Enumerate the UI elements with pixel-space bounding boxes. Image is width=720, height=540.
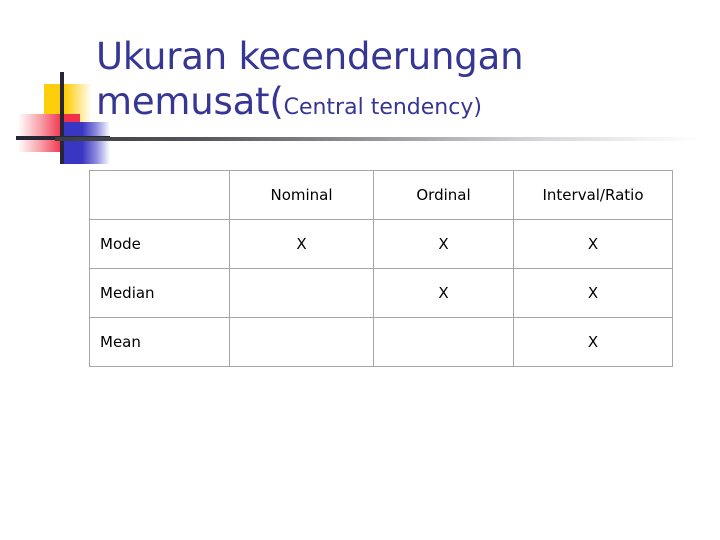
table-row: Median X X [89, 268, 673, 318]
cell-mean-ordinal [373, 317, 514, 367]
table-header-nominal: Nominal [229, 170, 374, 220]
table-header-row: Nominal Ordinal Interval/Ratio [89, 170, 673, 220]
cell-mode-nominal: X [229, 219, 374, 269]
slide-title: Ukuran kecenderungan memusat(Central ten… [96, 34, 696, 130]
title-line-2: memusat(Central tendency) [96, 79, 696, 130]
table-header-ordinal: Ordinal [373, 170, 514, 220]
row-label-mean: Mean [89, 317, 230, 367]
table-header-interval-ratio: Interval/Ratio [513, 170, 673, 220]
cell-mode-interval-ratio: X [513, 219, 673, 269]
title-line-2-subtext: Central tendency) [283, 95, 482, 120]
table-row: Mean X [89, 317, 673, 367]
row-label-median: Median [89, 268, 230, 318]
cell-median-interval-ratio: X [513, 268, 673, 318]
slide-canvas: Ukuran kecenderungan memusat(Central ten… [0, 0, 720, 540]
title-line-2-main: memusat( [96, 80, 284, 123]
cell-median-nominal [229, 268, 374, 318]
table-row: Mode X X X [89, 219, 673, 269]
table-header-corner [89, 170, 230, 220]
cell-mode-ordinal: X [373, 219, 514, 269]
central-tendency-table-wrapper: Nominal Ordinal Interval/Ratio Mode X X … [89, 170, 673, 367]
title-divider-rule [55, 137, 700, 141]
cell-mean-nominal [229, 317, 374, 367]
cell-mean-interval-ratio: X [513, 317, 673, 367]
row-label-mode: Mode [89, 219, 230, 269]
cell-median-ordinal: X [373, 268, 514, 318]
title-line-1: Ukuran kecenderungan [96, 35, 524, 78]
central-tendency-table: Nominal Ordinal Interval/Ratio Mode X X … [89, 170, 673, 367]
logo-vertical-line [60, 72, 64, 164]
